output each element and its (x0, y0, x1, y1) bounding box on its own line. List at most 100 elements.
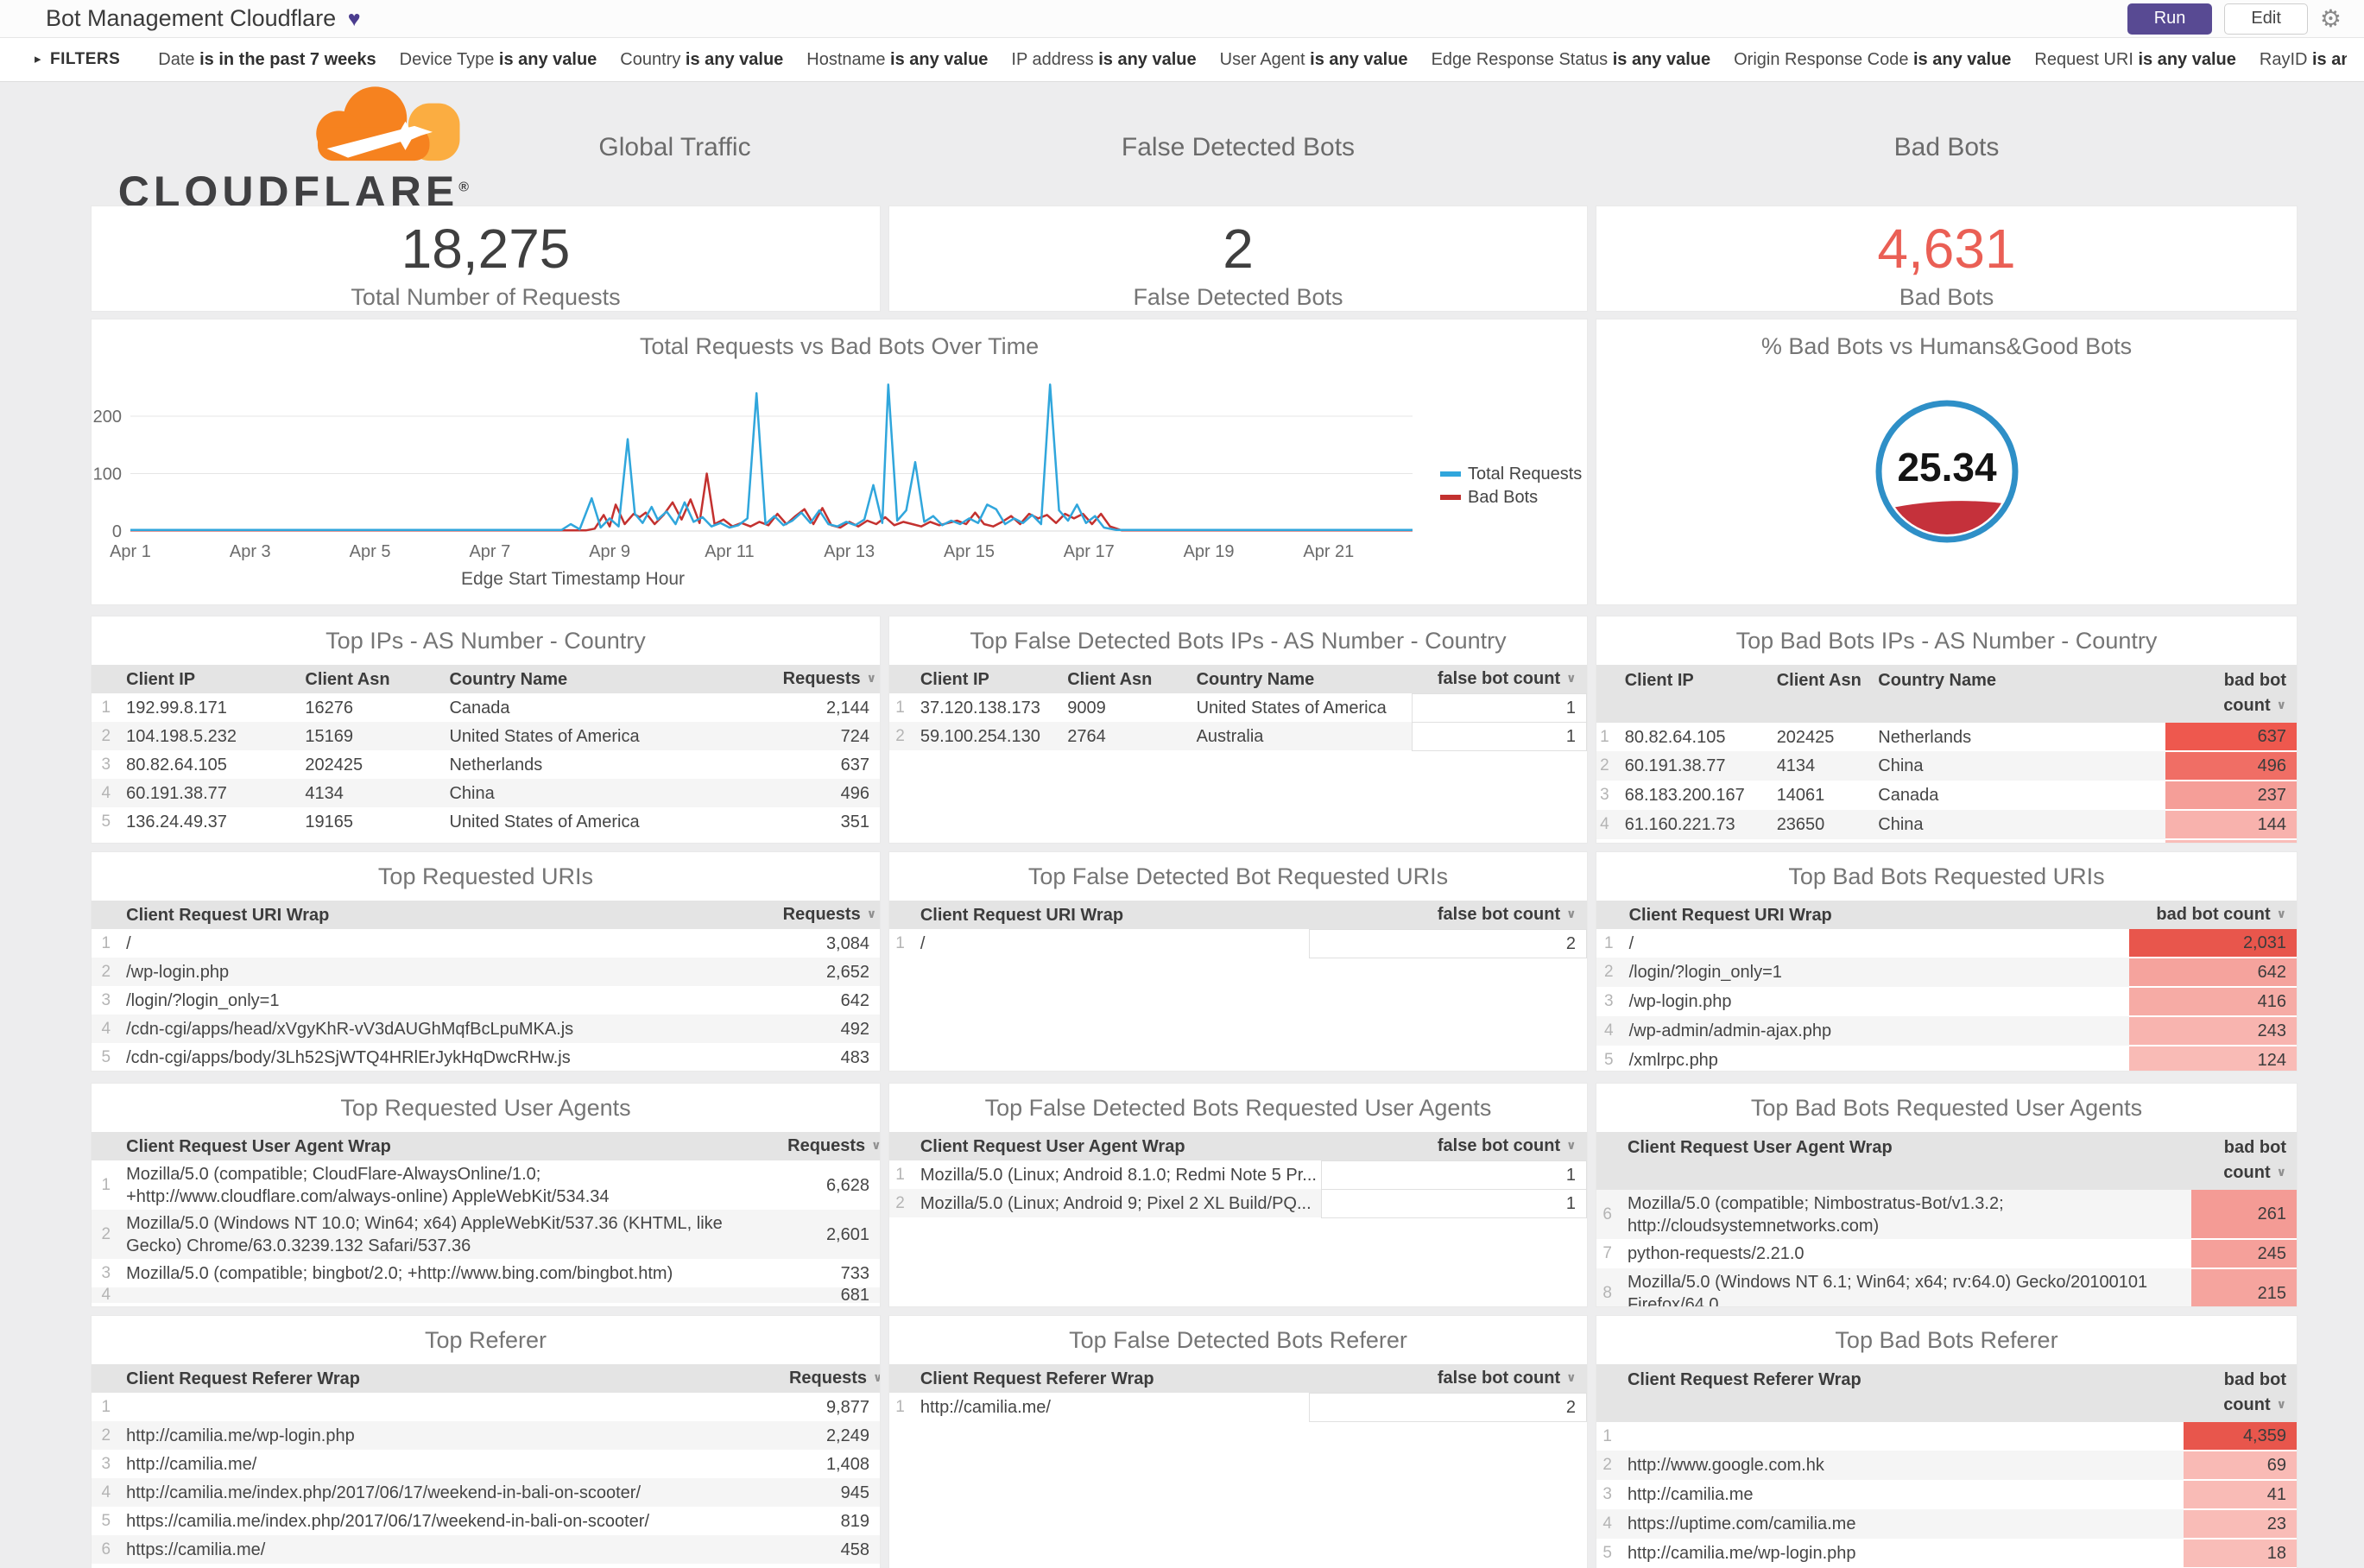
table-cell: https://camilia.me/index.php/2017/06/17/… (126, 1511, 650, 1531)
column-header[interactable]: false bot count ∨ (1309, 1364, 1587, 1393)
table-cell: 2 (1308, 928, 1587, 958)
page-title: Bot Management Cloudflare ♥ (46, 5, 361, 32)
bad-bots-stat: 4,631 Bad Bots (1596, 205, 2298, 312)
data-table: Client Request User Agent WrapRequests∨1… (92, 1132, 880, 1303)
ip-tables-row: Top IPs - AS Number - Country Client IP C… (91, 616, 2298, 844)
table-cell: 1 (1412, 692, 1587, 723)
column-header[interactable]: false bot count ∨ (1412, 665, 1587, 693)
column-header (889, 901, 912, 929)
table-row: 1 4,359 (1596, 1422, 2297, 1451)
table-cell: 80.82.64.105 (126, 755, 227, 775)
table-cell: 59.100.254.130 (920, 726, 1040, 746)
table-cell: 2,601 (825, 1224, 869, 1244)
dashboard-body: CLOUDFLARE® Global Traffic False Detecte… (0, 82, 2364, 1568)
sort-caret-icon: ∨ (866, 907, 877, 920)
table-row: 1 Mozilla/5.0 (Linux; Android 8.1.0; Redm… (889, 1160, 1587, 1190)
table-cell: 945 (840, 1483, 869, 1502)
column-header[interactable]: bad bot count ∨ (2183, 1364, 2297, 1422)
expand-arrow-icon: ▸ (35, 52, 42, 66)
table-cell: China (1878, 756, 1924, 775)
run-button[interactable]: Run (2127, 3, 2213, 35)
row-number: 3 (1602, 1485, 1612, 1503)
column-header (92, 1132, 118, 1160)
timeseries-chart[interactable]: 0 100 200 Apr 1 Apr 3 Apr 5 Apr 7 Apr 9 Apr 11 Ap… (92, 319, 1587, 604)
table-cell: 14061 (1776, 786, 1825, 805)
false-bots-ips-tile: Top False Detected Bots IPs - AS Number … (888, 616, 1588, 844)
uri-tables-row: Top Requested URIs Client Request URI Wr… (91, 851, 2298, 1072)
table-cell (2165, 839, 2297, 843)
table-title: Top False Detected Bots IPs - AS Number … (970, 628, 1507, 654)
sort-caret-icon: ∨ (873, 1370, 880, 1384)
column-header: Country Name (1869, 665, 2165, 723)
table-row: 2/wp-login.php 2,652 (92, 958, 880, 986)
filter-item[interactable]: Hostname is any value (806, 50, 988, 70)
column-header[interactable]: Requests∨ (774, 901, 880, 929)
column-header: Client Request Referer Wrap (911, 1364, 1310, 1393)
column-header[interactable]: false bot count ∨ (1309, 901, 1587, 929)
filter-item[interactable]: Device Type is any value (400, 50, 597, 70)
svg-text:Apr 17: Apr 17 (1064, 542, 1115, 561)
user-agent-tables-row: Top Requested User Agents Client Request… (91, 1083, 2298, 1307)
table-cell: http://www.google.com.hk (1627, 1456, 1824, 1475)
filter-item[interactable]: Origin Response Code is any value (1734, 50, 2011, 70)
column-header[interactable]: Requests∨ (779, 1132, 880, 1160)
false-bots-zone: False Detected Bots (888, 82, 1588, 213)
edit-button[interactable]: Edit (2224, 3, 2308, 35)
table-cell: https://uptime.com/camilia.me (1627, 1514, 1856, 1533)
row-number: 2 (1603, 963, 1614, 981)
table-cell: 61.160.221.73 (1624, 815, 1735, 834)
column-header: Client Request URI Wrap (911, 901, 1310, 929)
top-referer-tile: Top Referer Client Request Referer Wrap R… (91, 1315, 881, 1568)
column-header[interactable]: Requests∨ (774, 665, 880, 693)
table-cell: 681 (840, 1287, 869, 1303)
row-number: 4 (101, 1019, 111, 1038)
column-header[interactable]: Requests∨ (780, 1364, 880, 1393)
column-header[interactable]: bad bot count ∨ (2191, 1132, 2297, 1190)
stats-row: 18,275 Total Number of Requests 2 False … (91, 205, 2298, 312)
table-row: 1 / 2 (889, 928, 1587, 958)
filter-item[interactable]: User Agent is any value (1220, 50, 1408, 70)
svg-text:0: 0 (112, 522, 122, 541)
column-header[interactable]: bad bot count ∨ (2129, 901, 2297, 929)
filter-item[interactable]: IP address is any value (1011, 50, 1196, 70)
gear-icon[interactable]: ⚙ (2320, 6, 2342, 31)
bad-bots-title: Bad Bots (1893, 133, 2000, 161)
filter-item[interactable]: Request URI is any value (2034, 50, 2235, 70)
column-header[interactable]: bad bot count ∨ (2165, 665, 2297, 723)
column-header[interactable]: false bot count ∨ (1321, 1132, 1587, 1160)
row-number: 1 (101, 1175, 111, 1194)
filter-item[interactable]: Edge Response Status is any value (1432, 50, 1711, 70)
filters-toggle[interactable]: ▸ FILTERS (35, 50, 120, 69)
table-cell: /xmlrpc.php (1628, 1051, 1718, 1070)
table-cell: 19165 (305, 812, 353, 831)
table-cell: /wp-login.php (1628, 992, 1732, 1011)
sort-caret-icon: ∨ (1566, 670, 1577, 685)
stat-label: Bad Bots (1899, 284, 1994, 311)
column-header: Country Name (1187, 665, 1413, 693)
filter-item[interactable]: Date is in the past 7 weeks (158, 50, 376, 70)
filter-item[interactable]: RayID is any value (2260, 50, 2347, 70)
svg-text:Apr 11: Apr 11 (705, 542, 754, 561)
sort-caret-icon: ∨ (1566, 1369, 1577, 1384)
filter-bar: ▸ FILTERS Date is in the past 7 weeks Devi… (0, 38, 2364, 82)
filter-item[interactable]: Country is any value (620, 50, 783, 70)
table-cell (1616, 839, 1768, 843)
top-uris-tile: Top Requested URIs Client Request URI Wr… (91, 851, 881, 1072)
row-number: 1 (101, 933, 111, 952)
table-cell: python-requests/2.21.0 (1627, 1244, 1805, 1263)
row-number: 4 (1600, 815, 1609, 833)
table-cell: 458 (840, 1540, 869, 1559)
table-cell (117, 1393, 781, 1421)
table-cell: 1 (1412, 721, 1587, 751)
column-header (889, 1132, 912, 1160)
table-row: 4/wp-admin/admin-ajax.php 243 (1596, 1016, 2297, 1046)
bad-bots-zone: Bad Bots (1596, 82, 2298, 213)
table-cell: 642 (2129, 958, 2297, 988)
table-row: 6 https://camilia.me/458 (92, 1535, 880, 1564)
table-row: 4 https://uptime.com/camilia.me 23 (1596, 1509, 2297, 1540)
table-row: 4 60.191.38.77 4134 China 496 (92, 779, 880, 807)
filters-toggle-label: FILTERS (50, 50, 121, 68)
table-cell: 237 (2165, 781, 2297, 811)
header-band: CLOUDFLARE® Global Traffic False Detecte… (91, 82, 2298, 213)
row-number: 2 (1602, 1456, 1612, 1474)
